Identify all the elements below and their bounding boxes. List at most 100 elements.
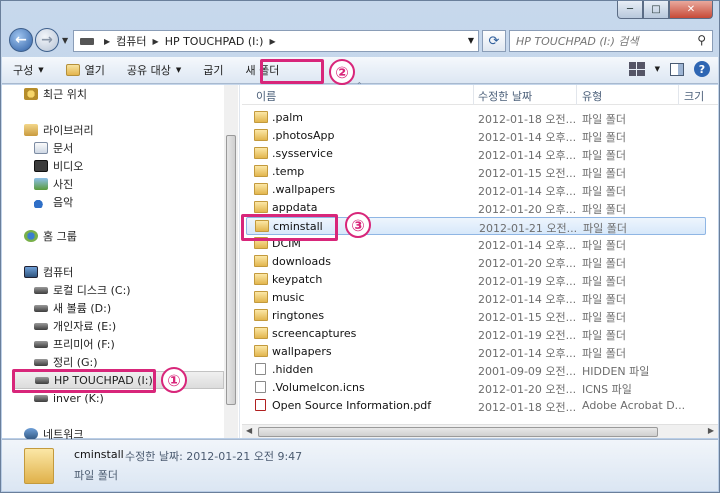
file-row[interactable]: .photosApp 2012-01-14 오후... 파일 폴더 <box>246 127 706 145</box>
nav-pictures[interactable]: 사진 <box>34 175 73 193</box>
burn-button[interactable]: 굽기 <box>192 57 234 83</box>
explorer-window: ─ □ ✕ ← → ▼ ▶ 컴퓨터 ▶ HP TOUCHPAD (I:) ▶ ▼… <box>0 0 720 493</box>
file-name: Open Source Information.pdf <box>272 399 432 412</box>
column-date[interactable]: 수정한 날짜 <box>478 88 532 104</box>
address-dropdown-icon[interactable]: ▼ <box>468 36 474 45</box>
command-bar: 구성 ▼ 열기 공유 대상 ▼ 굽기 새 폴더 ▼ ? <box>2 57 718 84</box>
address-bar[interactable]: ▶ 컴퓨터 ▶ HP TOUCHPAD (I:) ▶ ▼ <box>73 30 479 52</box>
recent-pages-dropdown[interactable]: ▼ <box>62 36 68 45</box>
file-date: 2012-01-14 오후... <box>478 347 577 360</box>
file-type: ICNS 파일 <box>582 383 632 396</box>
folder-icon <box>254 147 268 159</box>
nav-libraries[interactable]: 라이브러리 <box>24 121 94 139</box>
file-name: .photosApp <box>272 129 335 142</box>
nav-drive-c[interactable]: 로컬 디스크 (C:) <box>34 281 131 299</box>
pictures-icon <box>34 178 48 190</box>
nav-drive-e[interactable]: 개인자료 (E:) <box>34 317 116 335</box>
callout-box-new-folder <box>260 59 324 84</box>
file-date: 2012-01-20 오후... <box>478 257 577 270</box>
file-type: 파일 폴더 <box>582 167 626 180</box>
share-with-button[interactable]: 공유 대상 ▼ <box>116 57 192 83</box>
file-date: 2012-01-14 오후... <box>478 293 577 306</box>
preview-pane-icon[interactable] <box>670 62 684 76</box>
chevron-right-icon[interactable]: ▶ <box>153 37 159 46</box>
file-type: 파일 폴더 <box>582 149 626 162</box>
file-row[interactable]: screencaptures 2012-01-19 오전... 파일 폴더 <box>246 325 706 343</box>
column-type[interactable]: 유형 <box>582 88 602 104</box>
maximize-button[interactable]: □ <box>643 1 669 19</box>
file-type: 파일 폴더 <box>583 222 627 235</box>
forward-arrow-icon: → <box>41 32 53 48</box>
refresh-button[interactable]: ⟳ <box>482 30 506 52</box>
back-arrow-icon: ← <box>15 32 27 48</box>
back-button[interactable]: ← <box>9 28 33 52</box>
file-type: 파일 폴더 <box>582 185 626 198</box>
file-row[interactable]: Open Source Information.pdf 2012-01-18 오… <box>246 397 706 415</box>
nav-label: 최근 위치 <box>43 88 87 101</box>
file-name: screencaptures <box>272 327 357 340</box>
file-name: downloads <box>272 255 331 268</box>
file-row[interactable]: .palm 2012-01-18 오전... 파일 폴더 <box>246 109 706 127</box>
forward-button[interactable]: → <box>35 28 59 52</box>
scroll-right-icon[interactable]: ▶ <box>708 426 714 435</box>
drive-icon <box>80 37 94 45</box>
nav-drive-f[interactable]: 프리미어 (F:) <box>34 335 115 353</box>
nav-scroll-thumb[interactable] <box>226 135 236 405</box>
nav-videos[interactable]: 비디오 <box>34 157 83 175</box>
chevron-down-icon[interactable]: ▼ <box>655 65 660 73</box>
help-icon[interactable]: ? <box>694 61 710 77</box>
open-button[interactable]: 열기 <box>55 57 116 83</box>
nav-label: 로컬 디스크 (C:) <box>53 284 131 297</box>
change-view-icon[interactable] <box>628 62 645 76</box>
nav-music[interactable]: 음악 <box>34 193 73 211</box>
file-date: 2012-01-21 오전... <box>479 222 578 235</box>
file-date: 2012-01-15 오전... <box>478 311 577 324</box>
drive-icon <box>34 340 48 348</box>
horizontal-scroll-thumb[interactable] <box>258 427 658 437</box>
breadcrumb-hp-touchpad[interactable]: HP TOUCHPAD (I:) <box>165 35 264 48</box>
file-row[interactable]: ringtones 2012-01-15 오전... 파일 폴더 <box>246 307 706 325</box>
search-icon[interactable]: ⚲ <box>697 33 706 47</box>
scroll-left-icon[interactable]: ◀ <box>246 426 252 435</box>
organize-button[interactable]: 구성 ▼ <box>2 57 55 83</box>
horizontal-scrollbar[interactable]: ◀ ▶ <box>242 424 718 438</box>
folder-icon <box>254 201 268 213</box>
file-row[interactable]: wallpapers 2012-01-14 오후... 파일 폴더 <box>246 343 706 361</box>
file-date: 2012-01-20 오전... <box>478 383 577 396</box>
file-date: 2012-01-15 오전... <box>478 167 577 180</box>
close-button[interactable]: ✕ <box>669 1 713 19</box>
folder-icon <box>24 448 54 484</box>
folder-icon <box>254 111 268 123</box>
file-row[interactable]: keypatch 2012-01-19 오후... 파일 폴더 <box>246 271 706 289</box>
file-row[interactable]: .temp 2012-01-15 오전... 파일 폴더 <box>246 163 706 181</box>
file-row[interactable]: music 2012-01-14 오후... 파일 폴더 <box>246 289 706 307</box>
callout-box-cminstall <box>241 214 338 241</box>
homegroup-icon <box>24 230 38 242</box>
nav-recent-places[interactable]: 최근 위치 <box>24 85 87 103</box>
file-row[interactable]: .VolumeIcon.icns 2012-01-20 오전... ICNS 파… <box>246 379 706 397</box>
file-name: music <box>272 291 305 304</box>
file-row[interactable]: downloads 2012-01-20 오후... 파일 폴더 <box>246 253 706 271</box>
nav-documents[interactable]: 문서 <box>34 139 73 157</box>
nav-scrollbar[interactable] <box>224 85 238 438</box>
search-box[interactable]: ⚲ <box>509 30 713 52</box>
file-row[interactable]: .wallpapers 2012-01-14 오후... 파일 폴더 <box>246 181 706 199</box>
chevron-right-icon[interactable]: ▶ <box>269 37 275 46</box>
column-size[interactable]: 크기 <box>684 88 704 104</box>
drive-icon <box>34 358 48 366</box>
file-row[interactable]: .sysservice 2012-01-14 오후... 파일 폴더 <box>246 145 706 163</box>
nav-computer[interactable]: 컴퓨터 <box>24 263 73 281</box>
burn-label: 굽기 <box>203 64 224 77</box>
breadcrumb-computer[interactable]: 컴퓨터 <box>116 33 146 49</box>
nav-homegroup[interactable]: 홈 그룹 <box>24 227 77 245</box>
nav-drive-d[interactable]: 새 볼륨 (D:) <box>34 299 111 317</box>
minimize-button[interactable]: ─ <box>617 1 643 19</box>
folder-icon <box>254 255 268 267</box>
search-input[interactable] <box>516 34 686 48</box>
nav-label: 사진 <box>53 178 74 191</box>
column-name[interactable]: 이름 <box>256 88 276 104</box>
folder-icon <box>254 183 268 195</box>
chevron-right-icon[interactable]: ▶ <box>104 37 110 46</box>
file-row[interactable]: .hidden 2001-09-09 오전... HIDDEN 파일 <box>246 361 706 379</box>
drive-icon <box>34 322 48 330</box>
